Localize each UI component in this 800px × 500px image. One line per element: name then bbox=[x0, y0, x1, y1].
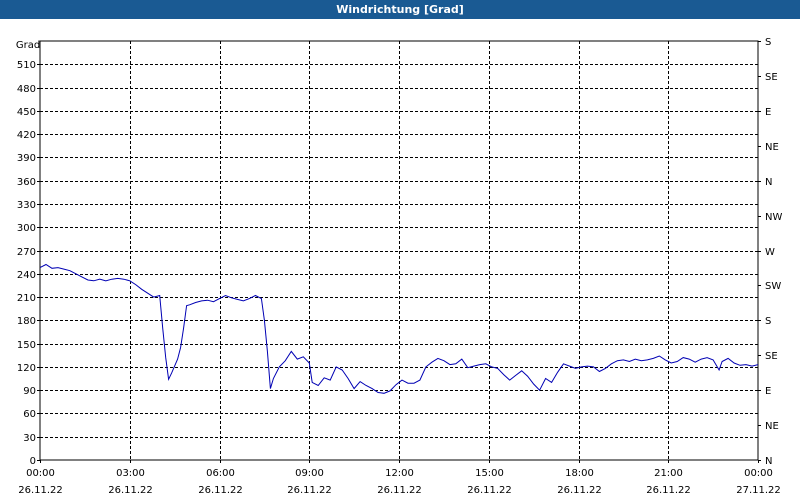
y-tick-label: 510 bbox=[17, 60, 36, 71]
compass-tick-label: N bbox=[765, 456, 772, 467]
x-tick-time-label: 21:00 bbox=[654, 468, 683, 479]
y-tick-label: 480 bbox=[17, 84, 36, 95]
compass-tick-label: NE bbox=[765, 421, 779, 432]
compass-tick-label: N bbox=[765, 177, 772, 188]
y-tick-label: 330 bbox=[17, 200, 36, 211]
x-tick-date-label: 26.11.22 bbox=[18, 485, 63, 496]
y-tick-label: 120 bbox=[17, 363, 36, 374]
compass-tick-label: SE bbox=[765, 351, 778, 362]
y-tick-label: 90 bbox=[23, 386, 36, 397]
x-tick-time-label: 06:00 bbox=[206, 468, 235, 479]
y-tick-label: 240 bbox=[17, 270, 36, 281]
x-tick-date-label: 26.11.22 bbox=[287, 485, 332, 496]
x-tick-date-label: 26.11.22 bbox=[646, 485, 691, 496]
compass-tick-label: S bbox=[765, 37, 771, 48]
x-tick-date-label: 26.11.22 bbox=[198, 485, 243, 496]
wind-direction-chart: 0 30 60 90 120 150 180 210 240 270 300 330 360 390 420… bbox=[16, 37, 783, 496]
x-tick-time-label: 09:00 bbox=[295, 468, 324, 479]
x-tick-date-label: 27.11.22 bbox=[736, 485, 781, 496]
compass-tick-label: E bbox=[765, 386, 771, 397]
compass-tick-label: NE bbox=[765, 142, 779, 153]
y-tick-label: 30 bbox=[23, 433, 36, 444]
y-tick-label: 420 bbox=[17, 130, 36, 141]
y-tick-label: 270 bbox=[17, 247, 36, 258]
compass-tick-label: NW bbox=[765, 212, 782, 223]
x-tick-date-label: 26.11.22 bbox=[467, 485, 512, 496]
y-tick-label: 360 bbox=[17, 177, 36, 188]
y-tick-label: 180 bbox=[17, 316, 36, 327]
y-tick-label: 0 bbox=[30, 456, 36, 467]
x-tick-time-label: 00:00 bbox=[26, 468, 55, 479]
compass-tick-label: SE bbox=[765, 72, 778, 83]
x-tick-time-label: 00:00 bbox=[744, 468, 773, 479]
y-tick-label: 300 bbox=[17, 223, 36, 234]
x-tick-time-label: 18:00 bbox=[565, 468, 594, 479]
x-tick-time-label: 03:00 bbox=[116, 468, 145, 479]
compass-tick-label: W bbox=[765, 247, 775, 258]
y-tick-label: 150 bbox=[17, 340, 36, 351]
x-tick-date-label: 26.11.22 bbox=[557, 485, 602, 496]
compass-tick-label: E bbox=[765, 107, 771, 118]
compass-tick-label: S bbox=[765, 316, 771, 327]
y-tick-label: 210 bbox=[17, 293, 36, 304]
y-tick-label: 390 bbox=[17, 153, 36, 164]
y-tick-label: 60 bbox=[23, 409, 36, 420]
y-axis-title: Grad bbox=[16, 40, 40, 51]
x-tick-date-label: 26.11.22 bbox=[377, 485, 422, 496]
x-tick-date-label: 26.11.22 bbox=[108, 485, 153, 496]
x-tick-time-label: 12:00 bbox=[385, 468, 414, 479]
y-tick-label: 450 bbox=[17, 107, 36, 118]
compass-tick-label: SW bbox=[765, 281, 781, 292]
x-tick-time-label: 15:00 bbox=[475, 468, 504, 479]
